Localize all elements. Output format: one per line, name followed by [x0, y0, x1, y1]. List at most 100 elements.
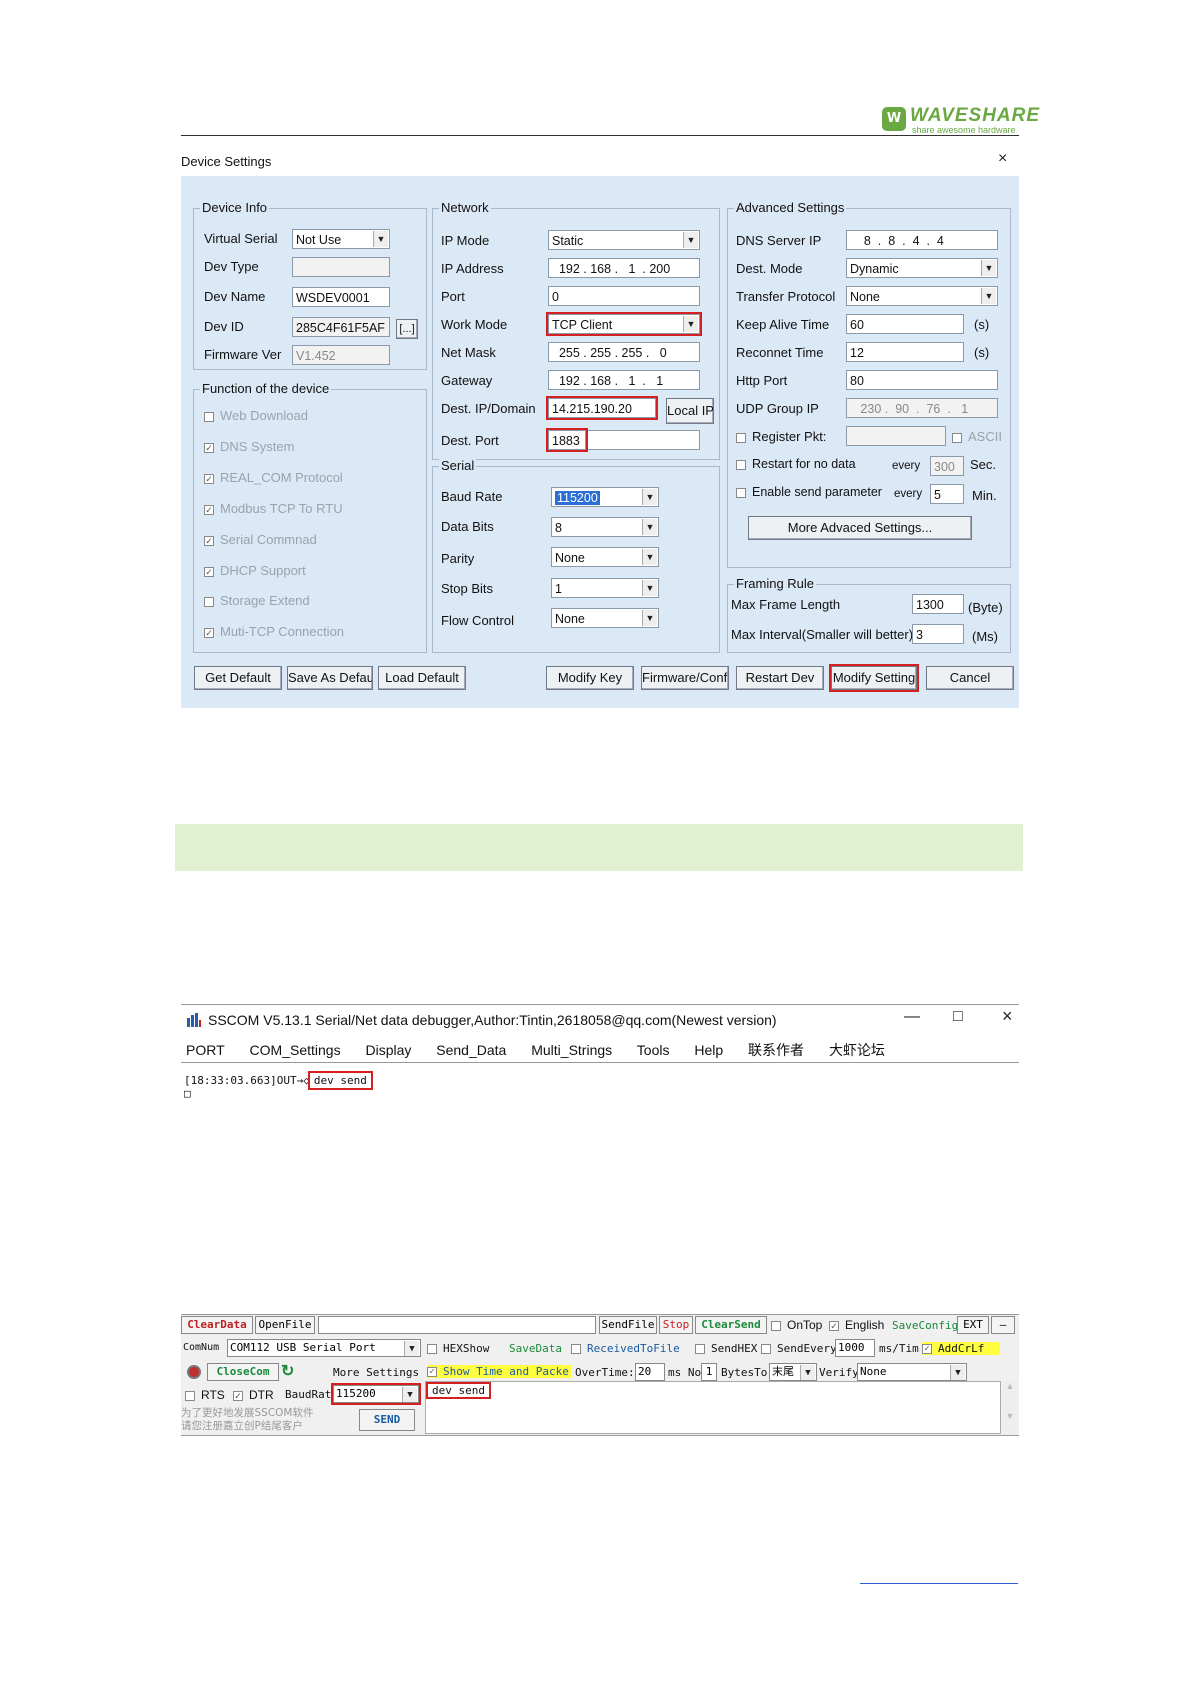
save-config-button[interactable]: SaveConfig	[892, 1319, 958, 1332]
transfer-protocol-select[interactable]: None ▼	[846, 286, 998, 306]
parity-select[interactable]: None ▼	[551, 547, 659, 567]
clear-data-button[interactable]: ClearData	[181, 1316, 253, 1334]
enable-value-field[interactable]: 5	[930, 484, 964, 504]
work-mode-select[interactable]: TCP Client ▼	[546, 312, 702, 336]
modify-setting-button[interactable]: Modify Setting	[829, 664, 919, 692]
send-button[interactable]: SEND	[359, 1409, 415, 1431]
maximize-icon[interactable]: □	[953, 1008, 963, 1026]
ip-mode-select[interactable]: Static ▼	[548, 230, 700, 250]
sendevery-option[interactable]: SendEvery:	[761, 1342, 843, 1355]
hexshow-option[interactable]: HEXShow	[427, 1342, 489, 1355]
more-settings-button[interactable]: More Settings	[333, 1366, 419, 1379]
ip-mode-label: IP Mode	[441, 233, 490, 248]
checkbox-checked-icon: ✓	[204, 566, 214, 577]
dev-id-browse-button[interactable]: [...]	[396, 319, 418, 339]
dest-ip-field[interactable]: 14.215.190.20	[546, 396, 658, 420]
menu-help[interactable]: Help	[694, 1042, 723, 1058]
local-ip-button[interactable]: Local IP	[666, 398, 714, 424]
ascii-option[interactable]: ASCII	[952, 429, 1002, 444]
savedata-button[interactable]: SaveData	[509, 1342, 562, 1355]
max-frame-field[interactable]: 1300	[912, 594, 964, 614]
send-text-area[interactable]: dev send	[425, 1381, 1001, 1434]
file-path-input[interactable]	[318, 1316, 596, 1334]
send-scrollbar[interactable]: ▲ ▼	[1003, 1381, 1017, 1434]
overtime-field[interactable]: 20	[635, 1363, 665, 1381]
device-info-group: Device Info Virtual Serial Not Use ▼ Dev …	[193, 200, 427, 370]
sendhex-option[interactable]: SendHEX	[695, 1342, 757, 1355]
menu-port[interactable]: PORT	[186, 1042, 225, 1058]
comnum-select[interactable]: COM112 USB Serial Port ▼	[227, 1339, 421, 1357]
close-icon[interactable]: ×	[1002, 1006, 1013, 1027]
cancel-button[interactable]: Cancel	[926, 666, 1014, 690]
ip-address-field[interactable]: 192 . 168 . 1 . 200	[548, 258, 700, 278]
dev-name-field[interactable]: WSDEV0001	[292, 287, 390, 307]
menu-contact-author[interactable]: 联系作者	[748, 1042, 804, 1058]
function-dhcp[interactable]: ✓ DHCP Support	[204, 563, 306, 578]
english-option[interactable]: ✓ English	[829, 1318, 884, 1332]
log-sent-text: dev send	[307, 1071, 373, 1090]
addcrlf-option[interactable]: ✓ AddCrLf	[922, 1342, 1001, 1355]
gateway-field[interactable]: 192 . 168 . 1 . 1	[548, 370, 700, 390]
register-pkt-option[interactable]: Register Pkt:	[736, 429, 826, 444]
dev-id-field[interactable]: 285C4F61F5AF	[292, 317, 390, 337]
stop-bits-select[interactable]: 1 ▼	[551, 578, 659, 598]
dev-type-field[interactable]	[292, 257, 390, 277]
function-real-com[interactable]: ✓ REAL_COM Protocol	[204, 470, 343, 485]
ext-button[interactable]: EXT	[957, 1316, 989, 1334]
baud-rate-select[interactable]: 115200 ▼	[551, 487, 659, 507]
close-com-button[interactable]: CloseCom	[207, 1363, 279, 1381]
show-time-option[interactable]: ✓ Show Time and Packe	[427, 1365, 571, 1378]
clear-send-button[interactable]: ClearSend	[695, 1316, 767, 1334]
dns-field[interactable]: 8 . 8 . 4 . 4	[846, 230, 998, 250]
max-interval-field[interactable]: 3	[912, 624, 964, 644]
restart-value-field[interactable]: 300	[930, 456, 964, 476]
collapse-button[interactable]: —	[991, 1316, 1015, 1334]
sendevery-field[interactable]: 1000	[835, 1339, 875, 1357]
virtual-serial-select[interactable]: Not Use ▼	[292, 229, 390, 249]
open-file-button[interactable]: OpenFile	[255, 1316, 315, 1334]
bytes-to-select[interactable]: 末尾 ▼	[769, 1363, 817, 1381]
menu-send-data[interactable]: Send_Data	[436, 1042, 506, 1058]
function-web-download[interactable]: Web Download	[204, 408, 308, 423]
received-to-file-option[interactable]: ReceivedToFile	[571, 1342, 680, 1355]
menu-display[interactable]: Display	[365, 1042, 411, 1058]
dialog-close-button[interactable]: ×	[998, 150, 1007, 168]
load-default-button[interactable]: Load Default	[378, 666, 466, 690]
save-as-default-button[interactable]: Save As Default	[287, 666, 373, 690]
dest-mode-select[interactable]: Dynamic ▼	[846, 258, 998, 278]
get-default-button[interactable]: Get Default	[194, 666, 282, 690]
verify-select[interactable]: None ▼	[857, 1363, 967, 1381]
enable-send-option[interactable]: Enable send parameter	[736, 485, 882, 499]
menu-multi-strings[interactable]: Multi_Strings	[531, 1042, 612, 1058]
net-mask-field[interactable]: 255 . 255 . 255 . 0	[548, 342, 700, 362]
menu-tools[interactable]: Tools	[637, 1042, 670, 1058]
refresh-icon[interactable]: ↻	[281, 1363, 299, 1381]
baudrate-select[interactable]: 115200 ▼	[331, 1383, 421, 1405]
port-field[interactable]: 0	[548, 286, 700, 306]
restart-no-data-option[interactable]: Restart for no data	[736, 457, 856, 471]
rts-option[interactable]: RTS	[185, 1388, 225, 1402]
http-port-field[interactable]: 80	[846, 370, 998, 390]
send-file-button[interactable]: SendFile	[599, 1316, 657, 1334]
function-dns-system[interactable]: ✓ DNS System	[204, 439, 294, 454]
stop-button[interactable]: Stop	[659, 1316, 693, 1334]
minimize-icon[interactable]: —	[904, 1008, 920, 1026]
ontop-option[interactable]: OnTop	[771, 1318, 822, 1332]
function-muti-tcp[interactable]: ✓ Muti-TCP Connection	[204, 624, 344, 639]
reconnect-field[interactable]: 12	[846, 342, 964, 362]
function-storage-extend[interactable]: Storage Extend	[204, 593, 310, 608]
dtr-option[interactable]: ✓ DTR	[233, 1388, 274, 1402]
menu-com-settings[interactable]: COM_Settings	[250, 1042, 341, 1058]
restart-dev-button[interactable]: Restart Dev	[736, 666, 824, 690]
flow-control-select[interactable]: None ▼	[551, 608, 659, 628]
data-bits-select[interactable]: 8 ▼	[551, 517, 659, 537]
dest-port-field[interactable]: 1883	[546, 428, 588, 452]
function-serial-command[interactable]: ✓ Serial Commnad	[204, 532, 317, 547]
no-field[interactable]: 1	[701, 1363, 717, 1381]
more-advanced-settings-button[interactable]: More Advaced Settings...	[748, 516, 972, 540]
firmware-config-button[interactable]: Firmware/Config	[641, 666, 729, 690]
function-modbus[interactable]: ✓ Modbus TCP To RTU	[204, 501, 343, 516]
keepalive-field[interactable]: 60	[846, 314, 964, 334]
menu-forum[interactable]: 大虾论坛	[829, 1042, 885, 1058]
modify-key-button[interactable]: Modify Key	[546, 666, 634, 690]
